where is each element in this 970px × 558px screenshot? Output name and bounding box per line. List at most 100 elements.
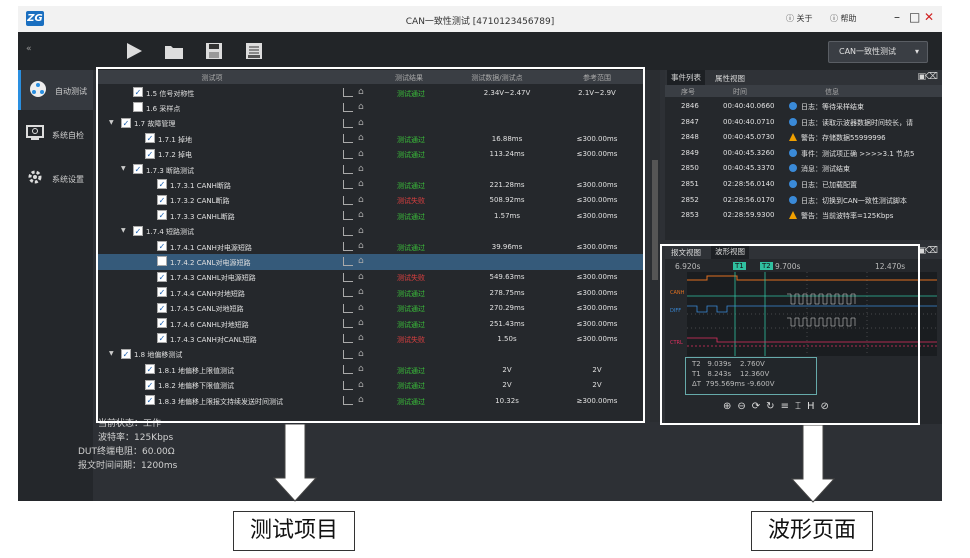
table-row[interactable]: ✓ 1.8.1 地偏移上限值测试 ⌂ 测试通过 2V 2V — [97, 362, 645, 377]
row-checkbox[interactable]: ✓ — [145, 133, 155, 144]
save-icon[interactable] — [204, 42, 224, 60]
wave-chart-icon[interactable] — [343, 303, 353, 313]
wave-chart-icon[interactable] — [343, 180, 353, 190]
menu-icon[interactable]: ≡ — [781, 401, 795, 412]
wave-chart-icon[interactable] — [343, 365, 353, 375]
table-row[interactable]: ✓ 1.7.4.5 CANL对地短路 ⌂ 测试通过 270.29ms ≤300.00ms — [97, 301, 645, 316]
wave-chart-icon[interactable] — [343, 211, 353, 221]
h-cursor-icon[interactable]: H — [807, 401, 821, 412]
table-row[interactable]: ✓ 1.7.3.2 CANL断路 ⌂ 测试失败 508.92ms ≤300.00ms — [97, 193, 645, 208]
row-checkbox[interactable]: ✓ — [157, 287, 167, 298]
wave-chart-icon[interactable] — [343, 88, 353, 97]
table-row[interactable]: ✓ 1.7.4.3 CANHL对电源短路 ⌂ 测试失败 549.63ms ≤300.00m… — [97, 270, 645, 285]
row-checkbox[interactable]: ✓ — [145, 148, 155, 159]
delete-icon[interactable]: ⌫ — [925, 72, 938, 82]
row-checkbox[interactable]: ✓ — [133, 164, 143, 174]
minimize-icon[interactable]: – — [894, 10, 900, 24]
wave-chart-icon[interactable] — [343, 396, 353, 405]
reset-icon[interactable]: ⟳ — [752, 401, 766, 412]
mode-select[interactable]: CAN一致性测试 ▾ — [828, 41, 928, 63]
row-checkbox[interactable]: ✓ — [121, 348, 131, 359]
sidebar-item-auto-test[interactable]: 自动测试 — [18, 70, 93, 110]
row-checkbox[interactable]: ✓ — [133, 225, 143, 236]
table-row[interactable]: ✓ 1.7.4.1 CANH对电源短路 ⌂ 测试通过 39.96ms ≤300.00ms — [97, 239, 645, 254]
home-icon[interactable]: ⌂ — [358, 164, 364, 174]
about-button[interactable]: ⓘ 关于 — [786, 13, 813, 24]
home-icon[interactable]: ⌂ — [358, 256, 364, 266]
wave-chart-icon[interactable] — [343, 134, 353, 144]
home-icon[interactable]: ⌂ — [358, 149, 364, 159]
event-row[interactable]: 2851 02:28:56.0140 日志：已加载配置 — [665, 176, 942, 192]
table-row[interactable]: ✓ 1.7.2 掉电 ⌂ 测试通过 113.24ms ≤300.00ms — [97, 147, 645, 162]
tab-event-list[interactable]: 事件列表 — [667, 70, 705, 85]
home-icon[interactable]: ⌂ — [358, 318, 364, 328]
home-icon[interactable]: ⌂ — [358, 380, 364, 390]
home-icon[interactable]: ⌂ — [358, 303, 364, 313]
open-folder-icon[interactable] — [164, 42, 184, 60]
table-row[interactable]: ✓ 1.7.3.1 CANH断路 ⌂ 测试通过 221.28ms ≤300.00ms — [97, 177, 645, 192]
tab-property-view[interactable]: 属性视图 — [711, 73, 749, 84]
tab-message-view[interactable]: 报文视图 — [667, 247, 705, 258]
wave-chart-icon[interactable] — [343, 319, 353, 328]
tree-toggle-icon[interactable]: ▼ — [121, 165, 126, 172]
wave-chart-icon[interactable] — [343, 257, 353, 267]
collapse-icon[interactable]: « — [26, 44, 32, 54]
zoom-in-icon[interactable]: ⊕ — [723, 401, 737, 412]
event-row[interactable]: 2848 00:40:45.0730 警告：存储数据55999996 — [665, 129, 942, 145]
table-row[interactable]: 1.7.4.2 CANL对电源短路 ⌂ — [97, 254, 645, 270]
clock-icon[interactable]: ⊘ — [820, 401, 834, 412]
event-row[interactable]: 2853 02:28:59.9300 警告：当前波特率=125Kbps — [665, 207, 942, 223]
row-checkbox[interactable]: ✓ — [157, 302, 167, 313]
wave-chart-icon[interactable] — [343, 380, 353, 390]
table-row[interactable]: ✓ 1.8.2 地偏移下限值测试 ⌂ 测试通过 2V 2V — [97, 378, 645, 393]
tree-toggle-icon[interactable]: ▼ — [109, 350, 114, 357]
wave-chart-icon[interactable] — [343, 118, 353, 128]
event-row[interactable]: 2847 00:40:40.0710 日志：读取示波器数据时间较长，请 — [665, 114, 942, 130]
home-icon[interactable]: ⌂ — [358, 195, 364, 205]
row-checkbox[interactable]: ✓ — [145, 379, 155, 390]
table-row[interactable]: ▼ ✓ 1.7 故障管理 ⌂ — [97, 116, 645, 131]
report-icon[interactable] — [244, 42, 264, 60]
row-checkbox[interactable]: ✓ — [157, 194, 167, 205]
t2-marker[interactable]: T2 — [760, 262, 773, 270]
row-checkbox[interactable]: ✓ — [133, 87, 143, 97]
wave-chart-icon[interactable] — [343, 226, 353, 236]
home-icon[interactable]: ⌂ — [358, 87, 364, 97]
cursor-icon[interactable]: ⌶ — [795, 401, 807, 412]
table-row[interactable]: 1.6 采样点 ⌂ — [97, 100, 645, 115]
wave-chart-icon[interactable] — [343, 334, 353, 344]
home-icon[interactable]: ⌂ — [358, 210, 364, 220]
table-scrollbar[interactable] — [650, 70, 660, 422]
wave-chart-icon[interactable] — [343, 349, 353, 359]
table-row[interactable]: ✓ 1.8.3 地偏移上限报文持续发送时间测试 ⌂ 测试通过 10.32s ≥300.00… — [97, 393, 645, 408]
row-checkbox[interactable]: ✓ — [145, 364, 155, 375]
table-row[interactable]: ✓ 1.7.4.3 CANH对CANL短路 ⌂ 测试失败 1.50s ≤300.00ms — [97, 331, 645, 346]
table-row[interactable]: ✓ 1.7.3.3 CANHL断路 ⌂ 测试通过 1.57ms ≤300.00ms — [97, 208, 645, 223]
run-icon[interactable] — [124, 42, 144, 60]
home-icon[interactable]: ⌂ — [358, 395, 364, 405]
wave-chart-icon[interactable] — [343, 165, 353, 174]
row-checkbox[interactable] — [157, 256, 167, 267]
wave-chart-icon[interactable] — [343, 103, 353, 113]
row-checkbox[interactable]: ✓ — [157, 241, 167, 251]
t1-marker[interactable]: T1 — [733, 262, 746, 270]
help-button[interactable]: ⓘ 帮助 — [830, 13, 857, 24]
home-icon[interactable]: ⌂ — [358, 118, 364, 128]
event-row[interactable]: 2849 00:40:45.3260 事件：测试项正确 >>>>3.1 节点5 — [665, 145, 942, 161]
wave-chart-icon[interactable] — [343, 288, 353, 298]
home-icon[interactable]: ⌂ — [358, 364, 364, 374]
home-icon[interactable]: ⌂ — [358, 287, 364, 297]
zoom-out-icon[interactable]: ⊖ — [737, 401, 751, 412]
table-row[interactable]: ✓ 1.7.1 掉地 ⌂ 测试通过 16.88ms ≤300.00ms — [97, 131, 645, 146]
waveform-plot[interactable] — [687, 272, 937, 356]
home-icon[interactable]: ⌂ — [358, 241, 364, 251]
event-row[interactable]: 2846 00:40:40.0660 日志：等待采样结束 — [665, 98, 942, 114]
event-row[interactable]: 2850 00:40:45.3370 消息：测试结束 — [665, 160, 942, 176]
row-checkbox[interactable]: ✓ — [157, 333, 167, 344]
home-icon[interactable]: ⌂ — [358, 133, 364, 143]
tab-wave-view[interactable]: 波形视图 — [711, 244, 749, 259]
wave-chart-icon[interactable] — [343, 149, 353, 159]
close-icon[interactable]: ✕ — [924, 10, 934, 24]
wave-chart-icon[interactable] — [343, 242, 353, 251]
delete-icon[interactable]: ⌫ — [925, 246, 938, 256]
